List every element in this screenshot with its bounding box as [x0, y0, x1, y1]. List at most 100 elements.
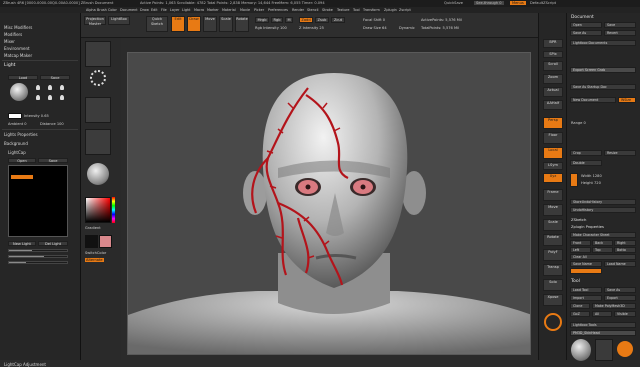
background-item[interactable]: Background [4, 141, 28, 146]
sculpt-viewport[interactable] [128, 53, 531, 355]
menu-color[interactable]: Color [108, 8, 117, 12]
menu-tool[interactable]: Tool [353, 8, 360, 12]
goz-button[interactable]: GoZ [570, 311, 590, 317]
visible-button[interactable]: Visible [614, 311, 636, 317]
bpr-button[interactable]: BPR [543, 39, 563, 48]
menu-stencil[interactable]: Stencil [307, 8, 318, 12]
light-save-button[interactable]: Save [40, 75, 70, 80]
quick-sketch-button[interactable]: Quick Sketch [146, 16, 168, 32]
draw-size-slider[interactable]: Draw Size 64 [363, 26, 387, 30]
stroke-dots-icon[interactable] [90, 70, 106, 86]
save-as-button[interactable]: Save As [570, 30, 602, 36]
bulb-icon[interactable] [48, 95, 52, 100]
scale-view-button[interactable]: Scale [543, 219, 563, 231]
lightbox-documents-button[interactable]: Lightbox›Documents [570, 40, 636, 46]
menu-texture[interactable]: Texture [337, 8, 349, 12]
matcap-maker-item[interactable]: Matcap Maker [4, 53, 32, 58]
back-button[interactable]: Back [592, 240, 613, 246]
polyf-button[interactable]: PolyF [543, 249, 563, 261]
dynamic-toggle[interactable]: Dynamic [399, 26, 415, 30]
gradient-label[interactable]: Gradient [85, 226, 101, 230]
rotate-button[interactable]: Rotate [235, 16, 249, 32]
save-startup-button[interactable]: Save As Startup Doc [570, 84, 636, 90]
secondary-color-swatch[interactable] [99, 235, 112, 248]
lightcap-preview[interactable] [8, 165, 68, 237]
lightcap-save-button[interactable]: Save [38, 158, 68, 163]
document-title[interactable]: Document [571, 15, 594, 20]
menu-file[interactable]: File [161, 8, 167, 12]
see-through-slider[interactable]: See-through 0 [474, 1, 504, 5]
save-button[interactable]: Save [604, 22, 636, 28]
lightbox-button[interactable]: LightBox [108, 16, 130, 25]
distance-label[interactable]: Distance 100 [40, 122, 64, 126]
texture-thumbnail[interactable] [85, 129, 111, 155]
z-intensity-slider[interactable]: Z Intensity 25 [299, 26, 324, 30]
pro-toggle[interactable] [570, 173, 578, 187]
actual-button[interactable]: Actual [543, 87, 563, 97]
del-light-button[interactable]: Del Light [38, 241, 68, 246]
alpha-thumbnail[interactable] [85, 97, 111, 123]
m-button[interactable]: M [285, 17, 293, 23]
undo-history-button[interactable]: UndoHistory [570, 207, 636, 213]
menu-edit[interactable]: Edit [151, 8, 158, 12]
wsize-button[interactable]: WSize [618, 97, 636, 103]
top-button[interactable]: Top [592, 247, 613, 253]
mrgb-button[interactable]: Mrgb [255, 17, 269, 23]
zapplink-button[interactable] [570, 268, 602, 274]
zoom-button[interactable]: Zoom [543, 74, 563, 84]
rgb-button[interactable]: Rgb [271, 17, 283, 23]
rotate-gizmo-icon[interactable] [544, 313, 562, 331]
load-tool-button[interactable]: Load Tool [570, 287, 602, 293]
zplugin-properties-header[interactable]: Zplugin Properties [571, 225, 604, 229]
menu-macro[interactable]: Macro [194, 8, 204, 12]
edit-button[interactable]: Edit [171, 16, 185, 32]
rgb-intensity-slider[interactable]: Rgb Intensity 100 [255, 26, 287, 30]
light-load-button[interactable]: Load [8, 75, 38, 80]
export-screen-grab-button[interactable]: Export Screen Grab [570, 67, 636, 73]
zsub-button[interactable]: Zsub [315, 17, 329, 23]
import-button[interactable]: Import [570, 295, 602, 301]
hue-strip[interactable] [112, 197, 115, 223]
intensity-label[interactable]: Intensity 0.65 [24, 114, 49, 118]
alternate-toggle[interactable]: Alternate [85, 258, 104, 262]
export-button[interactable]: Export [604, 295, 636, 301]
new-document-button[interactable]: New Document [570, 97, 616, 103]
floor-button[interactable]: Floor [543, 132, 563, 144]
left-button[interactable]: Left [570, 247, 591, 253]
aahalf-button[interactable]: AAHalf [543, 100, 563, 110]
load-name-button[interactable]: Load Name [604, 261, 636, 267]
zsketch-header[interactable]: ZSketch [571, 217, 586, 222]
bulb-icon[interactable] [36, 95, 40, 100]
menu-transform[interactable]: Transform [363, 8, 380, 12]
lightcap-open-button[interactable]: Open [8, 158, 36, 163]
all-button[interactable]: All [592, 311, 612, 317]
environment-item[interactable]: Environment [4, 46, 30, 51]
bulb-icon[interactable] [60, 95, 64, 100]
light-color-swatch[interactable] [8, 113, 22, 119]
right-button[interactable]: Right [614, 240, 636, 246]
bulb-icon[interactable] [48, 85, 52, 90]
clear-all-button[interactable]: Clear All [570, 254, 636, 260]
bottom-button[interactable]: Botto [614, 247, 636, 253]
local-button[interactable]: Local [543, 147, 563, 159]
menu-light[interactable]: Light [182, 8, 190, 12]
revert-button[interactable]: Revert [604, 30, 636, 36]
xpose-button[interactable]: Xpose [543, 294, 563, 306]
draw-button[interactable]: Draw [187, 16, 201, 32]
tool-title[interactable]: Tool [571, 279, 580, 284]
scale-button[interactable]: Scale [219, 16, 233, 32]
menu-document[interactable]: Document [120, 8, 138, 12]
lightcap-slider[interactable] [8, 261, 68, 264]
menu-preferences[interactable]: Preferences [268, 8, 288, 12]
height-slider[interactable]: Height 720 [581, 181, 601, 185]
lightcap-spot-highlight[interactable] [11, 175, 33, 179]
xyz-button[interactable]: Xyz [543, 173, 563, 183]
main-color-swatch[interactable] [85, 235, 98, 248]
ambient-label[interactable]: Ambient 0 [8, 122, 27, 126]
clone-button[interactable]: Clone [570, 303, 590, 309]
persp-button[interactable]: Persp [543, 117, 563, 129]
open-button[interactable]: Open [570, 22, 602, 28]
transp-button[interactable]: Transp [543, 264, 563, 276]
switch-color-label[interactable]: SwitchColor [85, 251, 106, 255]
projection-master-button[interactable]: Projection Master [84, 16, 106, 26]
